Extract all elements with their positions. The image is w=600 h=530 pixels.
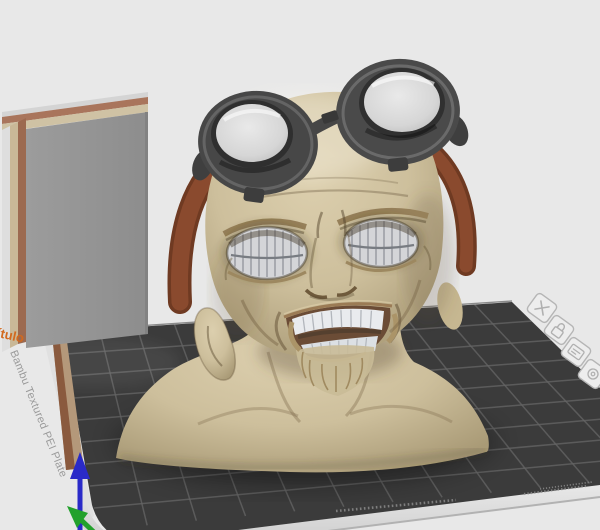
right-cup-tab — [387, 157, 408, 172]
tower-front-face — [26, 112, 148, 348]
prime-tower[interactable] — [2, 92, 148, 352]
slicer-3d-viewport[interactable]: Bambu Textured PEI Plate título — [0, 0, 600, 530]
left-cup-tab — [243, 187, 265, 204]
model-bust[interactable] — [116, 54, 489, 473]
tower-side-stripe-3 — [18, 118, 26, 344]
tower-side-stripe-1 — [2, 126, 10, 352]
tower-side-stripe-2 — [10, 122, 18, 348]
